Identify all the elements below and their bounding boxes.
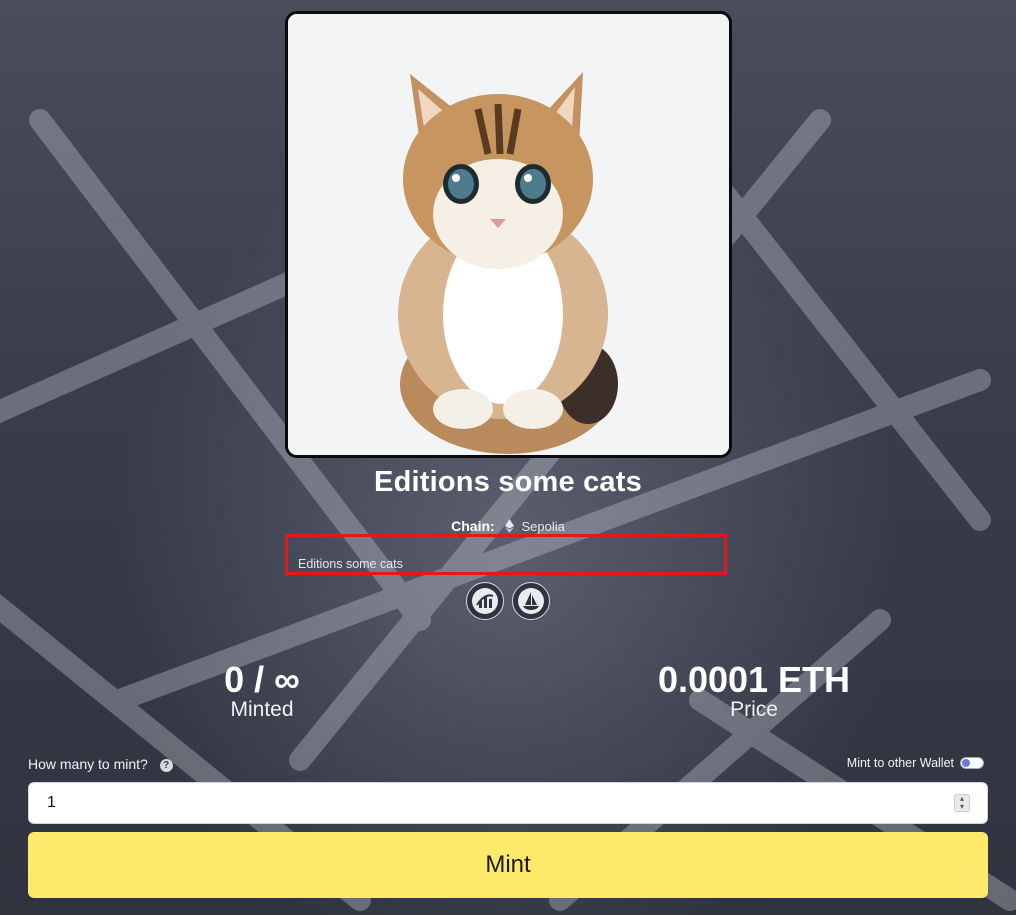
price-label: Price [730, 698, 778, 721]
price-stat: 0.0001 ETH Price [594, 660, 914, 722]
cat-image [288, 14, 729, 455]
help-icon[interactable]: ? [159, 759, 173, 772]
minted-label: Minted [230, 698, 294, 721]
price-value: 0.0001 ETH [657, 659, 851, 700]
external-links [466, 582, 550, 620]
nft-image-frame [285, 11, 732, 458]
chain-label: Chain: [451, 518, 495, 534]
quantity-input[interactable] [28, 782, 988, 824]
opensea-link[interactable] [512, 582, 550, 620]
mint-button[interactable]: Mint [28, 832, 988, 898]
minted-stat: 0 / ∞ Minted [102, 660, 422, 722]
mint-to-other-wallet: Mint to other Wallet [847, 756, 984, 770]
opensea-icon [518, 588, 544, 614]
collection-title: Editions some cats [374, 466, 642, 498]
other-wallet-toggle[interactable] [960, 757, 984, 769]
chain-info: Chain: Sepolia [0, 518, 1016, 534]
quantity-label: How many to mint? [28, 756, 148, 772]
marketplace-chart-icon [472, 588, 498, 614]
chain-name: Sepolia [521, 519, 565, 534]
quantity-label-row: How many to mint? ? [28, 756, 173, 772]
collection-description: Editions some cats [298, 557, 403, 571]
quantity-stepper[interactable]: ▴ ▾ [954, 794, 970, 812]
marketplace-chart-link[interactable] [466, 582, 504, 620]
description-highlight: Editions some cats [285, 534, 727, 575]
minted-value: 0 / ∞ [224, 659, 300, 700]
other-wallet-label: Mint to other Wallet [846, 756, 954, 770]
toggle-knob [962, 759, 970, 767]
ethereum-icon [504, 519, 514, 533]
